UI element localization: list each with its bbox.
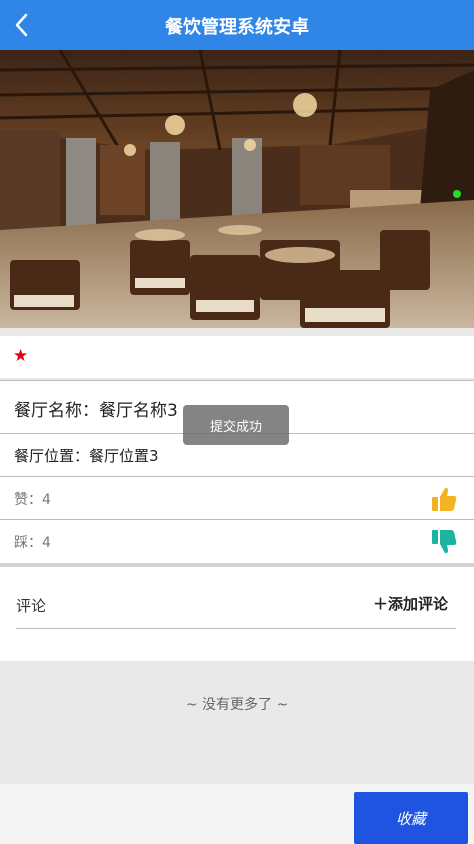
restaurant-location-label: 餐厅位置： [14,447,90,465]
likes-label: 赞： [14,492,42,508]
thumbs-down-icon [432,530,457,554]
dislikes-count: 4 [42,535,51,551]
page-title: 餐饮管理系统安卓 [165,17,309,38]
restaurant-name-value: 餐厅名称3 [99,401,178,421]
restaurant-location-value: 餐厅位置3 [89,447,159,465]
like-button[interactable] [430,485,458,513]
bottom-bar: 收藏 [0,784,474,844]
app-header: 餐饮管理系统安卓 [0,0,474,50]
likes-row: 赞：4 [0,476,474,519]
favorite-row: ★ [0,336,474,378]
no-more-text: ~ 没有更多了 ~ [185,697,289,713]
dislikes-label: 踩： [14,535,42,551]
restaurant-photo [0,50,474,328]
star-icon[interactable]: ★ [13,346,28,366]
toast-message: 提交成功 [183,405,289,445]
comments-title: 评论 [16,597,47,615]
thumbs-up-icon [432,487,457,511]
add-comment-button[interactable]: ＋添加评论 [373,593,448,614]
collect-button[interactable]: 收藏 [354,792,468,844]
dislikes-row: 踩：4 [0,519,474,563]
restaurant-name-label: 餐厅名称： [14,401,99,421]
dislike-button[interactable] [430,528,458,556]
likes-count: 4 [42,492,51,508]
comments-section: 评论 ＋添加评论 [0,567,474,661]
comments-divider [16,628,456,629]
